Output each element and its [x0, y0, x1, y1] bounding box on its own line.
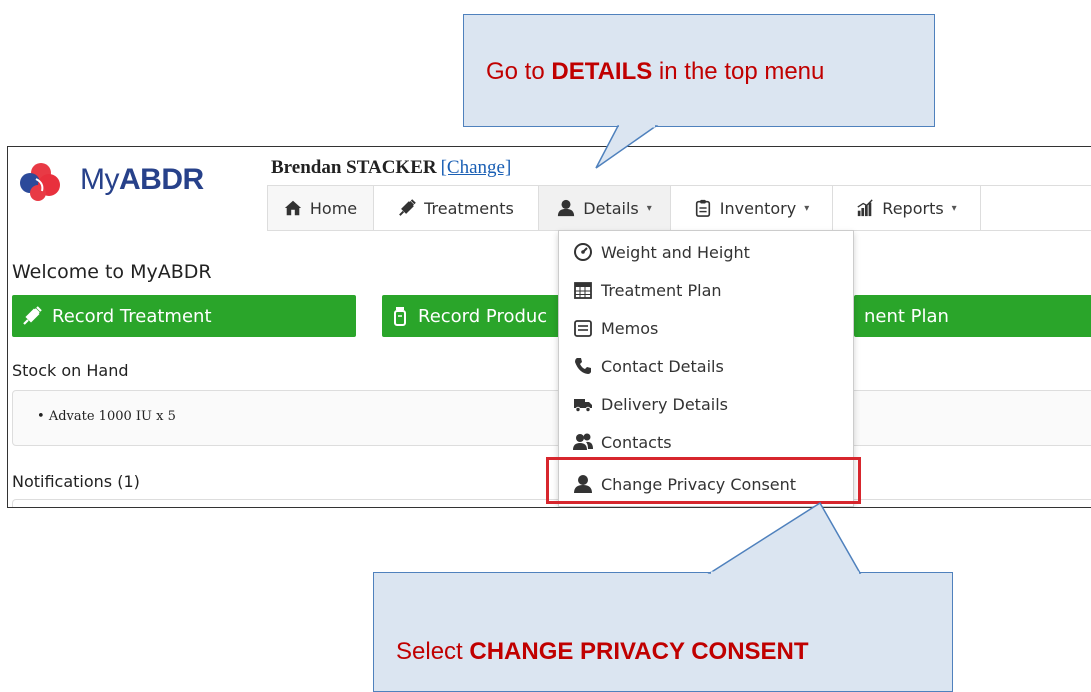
menu-item-weight-height[interactable]: Weight and Height: [559, 233, 853, 271]
menu-item-contact-details[interactable]: Contact Details: [559, 347, 853, 385]
list-item: • Advate 1000 IU x 5: [37, 409, 176, 424]
menu-item-label: Contact Details: [601, 356, 724, 376]
callout-top-emphasis: DETAILS: [551, 58, 653, 85]
notifications-heading: Notifications (1): [12, 472, 140, 491]
phone-icon: [575, 358, 591, 374]
record-product-button[interactable]: Record Produc: [382, 295, 562, 337]
nav-details[interactable]: Details ▾: [539, 186, 671, 230]
nav-home-label: Home: [309, 198, 358, 218]
chevron-down-icon: ▾: [951, 202, 957, 214]
details-dropdown-menu: Weight and Height Treatment Plan Memos C…: [558, 230, 854, 507]
menu-item-label: Weight and Height: [601, 242, 750, 262]
callout-bottom-emphasis: CHANGE PRIVACY CONSENT: [469, 638, 809, 665]
chevron-down-icon: ▾: [646, 202, 652, 214]
menu-item-contacts[interactable]: Contacts: [559, 423, 853, 461]
record-product-label: Record Produc: [418, 305, 548, 327]
menu-item-memos[interactable]: Memos: [559, 309, 853, 347]
clipboard-icon: [695, 199, 710, 217]
menu-item-label: Change Privacy Consent: [601, 474, 797, 494]
menu-item-delivery-details[interactable]: Delivery Details: [559, 385, 853, 423]
dashboard-icon: [574, 243, 592, 261]
notifications-panel: [12, 499, 1091, 507]
treatment-plan-label: nent Plan: [864, 305, 949, 327]
current-user: Brendan STACKER [Change]: [271, 157, 511, 179]
callout-top-suffix: in the top menu: [652, 58, 825, 85]
page-title: Welcome to MyABDR: [12, 261, 212, 283]
menu-item-treatment-plan[interactable]: Treatment Plan: [559, 271, 853, 309]
callout-top-text: Go to DETAILS in the top menu: [486, 58, 824, 86]
nav-reports-label: Reports: [882, 198, 944, 218]
stock-on-hand-heading: Stock on Hand: [12, 361, 129, 380]
logo-text: MyABDR: [80, 163, 204, 197]
vial-icon: [394, 307, 406, 326]
memo-icon: [574, 320, 592, 337]
bar-chart-icon: [857, 199, 873, 217]
app-screenshot: MyABDR Brendan STACKER [Change] Home Trea…: [7, 146, 1091, 508]
menu-item-label: Contacts: [601, 432, 672, 452]
stock-item-text: Advate 1000 IU x 5: [48, 409, 176, 424]
user-icon: [574, 475, 592, 493]
logo-text-light: My: [80, 163, 120, 196]
user-icon: [558, 199, 575, 217]
menu-item-label: Memos: [601, 318, 659, 338]
logo-mark-icon: [20, 163, 60, 201]
top-nav: Home Treatments Details ▾ Inventory ▾ Re…: [267, 185, 1091, 231]
change-user-link[interactable]: [Change]: [441, 157, 512, 178]
callout-bottom-prefix: Select: [396, 638, 470, 665]
nav-reports[interactable]: Reports ▾: [833, 186, 981, 230]
syringe-icon: [23, 306, 42, 325]
nav-details-label: Details: [583, 198, 639, 218]
menu-item-change-privacy-consent[interactable]: Change Privacy Consent: [559, 465, 853, 503]
callout-top-prefix: Go to: [486, 58, 552, 85]
callout-bottom: Select CHANGE PRIVACY CONSENT: [373, 572, 953, 692]
nav-inventory[interactable]: Inventory ▾: [671, 186, 833, 230]
stock-on-hand-panel: • Advate 1000 IU x 5: [12, 390, 1091, 446]
myabdr-logo[interactable]: MyABDR: [16, 161, 204, 201]
callout-bottom-text: Select CHANGE PRIVACY CONSENT: [396, 638, 809, 666]
record-treatment-button[interactable]: Record Treatment: [12, 295, 356, 337]
nav-inventory-label: Inventory: [719, 198, 797, 218]
logo-text-bold: ABDR: [119, 163, 204, 196]
callout-top: Go to DETAILS in the top menu: [463, 14, 935, 127]
calendar-icon: [574, 282, 592, 299]
syringe-icon: [399, 199, 416, 216]
nav-home[interactable]: Home: [267, 186, 374, 230]
chevron-down-icon: ▾: [804, 202, 810, 214]
record-treatment-label: Record Treatment: [52, 305, 212, 327]
truck-icon: [574, 399, 592, 413]
callout-bottom-pointer: [707, 501, 862, 574]
menu-item-label: Delivery Details: [601, 394, 728, 414]
users-icon: [573, 433, 593, 450]
nav-treatments-label: Treatments: [424, 198, 514, 218]
nav-treatments[interactable]: Treatments: [374, 186, 539, 230]
home-icon: [284, 200, 301, 216]
menu-item-label: Treatment Plan: [601, 280, 722, 300]
treatment-plan-button[interactable]: nent Plan: [854, 295, 1091, 337]
user-name: Brendan STACKER: [271, 157, 437, 178]
